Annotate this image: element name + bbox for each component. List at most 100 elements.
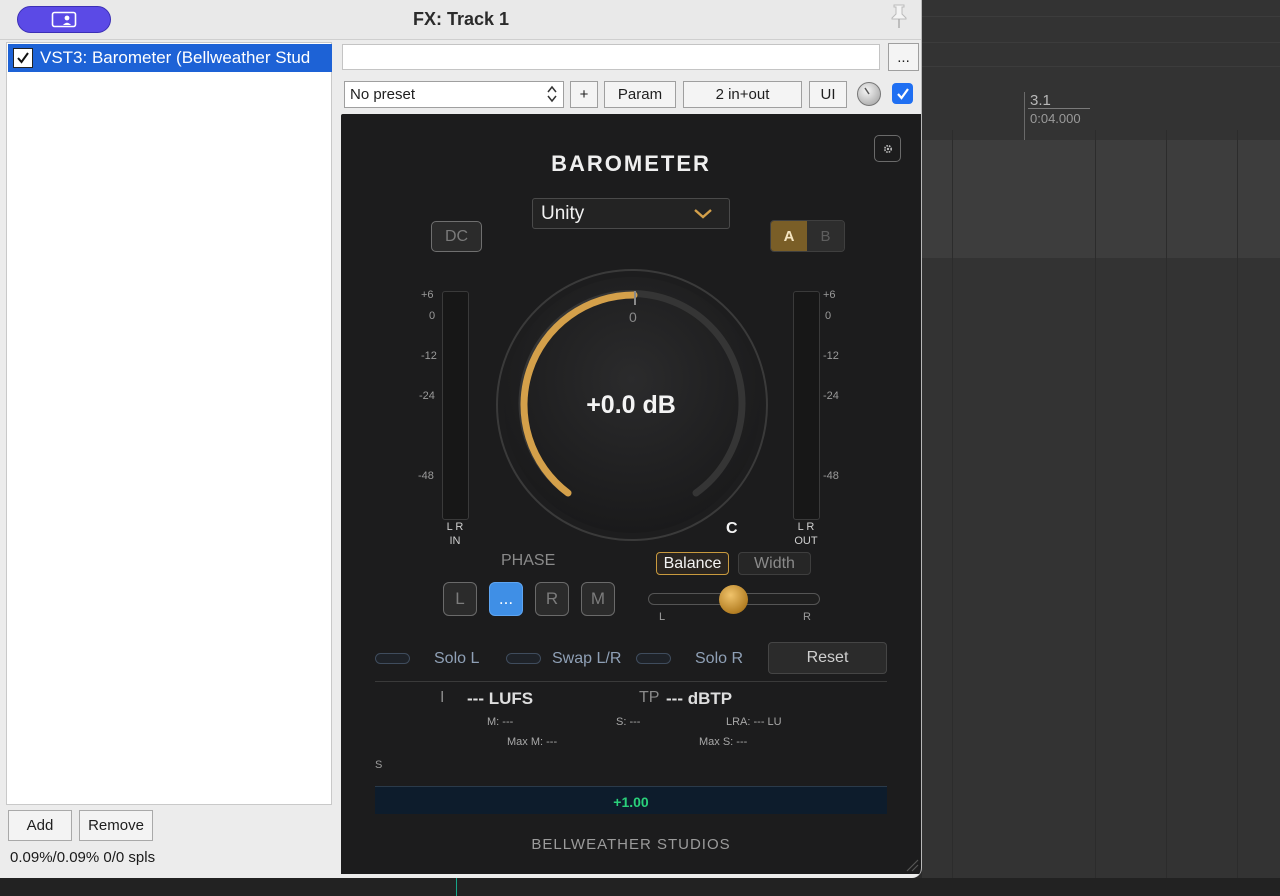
preset-select[interactable]: No preset (344, 81, 564, 108)
fx-name: VST3: Barometer (Bellweather Stud (40, 48, 311, 67)
phase-label: PHASE (501, 552, 556, 569)
arrange-view[interactable] (922, 0, 1280, 896)
output-meter-lr: L R (797, 521, 815, 533)
phase-r-button[interactable]: R (535, 582, 569, 616)
scale-label: -24 (823, 390, 839, 402)
ruler-tick (1024, 92, 1025, 140)
wet-knob[interactable] (857, 82, 881, 106)
lufs-value: --- LUFS (467, 689, 534, 708)
plugin-preset-dropdown[interactable]: Unity (532, 198, 730, 229)
settings-button[interactable] (874, 135, 901, 162)
correlation-value: +1.00 (613, 794, 649, 810)
momentary-value: M: --- (487, 716, 514, 728)
scale-label: 0 (825, 310, 832, 322)
lra-value: LRA: --- LU (726, 716, 782, 728)
scale-label: -48 (418, 470, 434, 482)
add-preset-button[interactable]: + (570, 81, 598, 108)
ruler-time: 0:04.000 (1030, 111, 1081, 126)
plugin-preset-value: Unity (541, 202, 585, 224)
swap-lr-label: Swap L/R (552, 650, 622, 667)
gain-value: +0.0 dB (586, 391, 676, 419)
input-meter (442, 291, 469, 520)
max-m-value: Max M: --- (507, 736, 558, 748)
true-peak-label: TP (639, 689, 660, 706)
b-button[interactable]: B (807, 221, 844, 251)
slider-right-label: R (803, 611, 811, 623)
param-filter-input[interactable] (342, 44, 880, 70)
add-button[interactable]: Add (8, 810, 72, 841)
reset-button[interactable]: Reset (768, 642, 887, 674)
dbtp-value: --- dBTP (666, 689, 733, 708)
balance-tab[interactable]: Balance (656, 552, 729, 575)
output-meter (793, 291, 820, 520)
fx-list-item[interactable]: VST3: Barometer (Bellweather Stud (8, 44, 332, 72)
solo-r-toggle[interactable] (636, 653, 671, 664)
io-button[interactable]: 2 in+out (683, 81, 802, 108)
title-bar[interactable]: FX: Track 1 (0, 0, 921, 40)
scale-label: +6 (421, 289, 434, 301)
plugin-ui: BAROMETER Unity DC A B +6 0 -12 -24 -48 … (341, 114, 921, 874)
track-divider (922, 66, 1280, 67)
balance-slider-thumb[interactable] (719, 585, 748, 614)
output-meter-label: OUT (794, 535, 818, 547)
dc-button[interactable]: DC (431, 221, 482, 252)
pin-icon[interactable] (888, 2, 910, 30)
gear-icon (883, 144, 892, 153)
scale-label: -12 (421, 350, 437, 362)
preset-value: No preset (350, 86, 416, 103)
width-tab[interactable]: Width (738, 552, 811, 575)
input-meter-label: IN (449, 535, 461, 547)
graph-label: S (375, 759, 383, 771)
more-button[interactable]: ... (888, 43, 919, 71)
scale-label: -24 (419, 390, 435, 402)
fx-chain-list[interactable]: VST3: Barometer (Bellweather Stud (6, 42, 332, 805)
scale-label: 0 (429, 310, 436, 322)
track-divider (922, 16, 1280, 17)
pan-center-label: C (726, 520, 738, 537)
brand-footer: BELLWEATHER STUDIOS (531, 836, 731, 853)
phase-l-button[interactable]: L (443, 582, 477, 616)
solo-l-label: Solo L (434, 650, 480, 667)
phase-off-button[interactable]: ... (489, 582, 523, 616)
integrated-label: I (440, 689, 445, 706)
a-button[interactable]: A (771, 221, 808, 251)
fx-enabled-checkbox[interactable] (13, 48, 33, 68)
ruler-marker: 3.1 (1030, 92, 1051, 109)
knob-indicator-icon (864, 87, 870, 95)
checkmark-icon (896, 87, 909, 100)
scale-label: -48 (823, 470, 839, 482)
swap-lr-toggle[interactable] (506, 653, 541, 664)
chevron-down-icon (694, 209, 712, 219)
param-button[interactable]: Param (604, 81, 676, 108)
remove-button[interactable]: Remove (79, 810, 153, 841)
phase-m-button[interactable]: M (581, 582, 615, 616)
resize-grip-icon[interactable] (903, 856, 919, 872)
ruler-underline (1028, 108, 1090, 109)
input-meter-lr: L R (446, 521, 464, 533)
knob-zero-label: 0 (629, 309, 637, 325)
scale-label: -12 (823, 350, 839, 362)
scale-label: +6 (823, 289, 836, 301)
bypass-checkbox[interactable] (892, 83, 913, 104)
ui-button[interactable]: UI (809, 81, 847, 108)
max-s-value: Max S: --- (699, 736, 748, 748)
checkmark-icon (17, 52, 29, 64)
window-title: FX: Track 1 (412, 9, 510, 29)
updown-arrows-icon (547, 85, 557, 103)
grid-line (952, 130, 953, 896)
bottom-strip (0, 878, 1280, 896)
track-lane[interactable] (922, 140, 1280, 258)
solo-l-toggle[interactable] (375, 653, 410, 664)
grid-line (1166, 130, 1167, 896)
grid-line (1095, 130, 1096, 896)
fx-window: FX: Track 1 VST3: Barometer (Bellweather… (0, 0, 922, 878)
track-divider (922, 42, 1280, 43)
short-term-value: S: --- (616, 716, 641, 728)
plugin-title: BAROMETER (551, 151, 711, 176)
slider-left-label: L (659, 611, 666, 623)
cpu-usage: 0.09%/0.09% 0/0 spls (10, 849, 156, 866)
ab-switch: A B (770, 220, 845, 252)
play-cursor (456, 878, 457, 896)
grid-line (1237, 130, 1238, 896)
solo-r-label: Solo R (695, 650, 744, 667)
